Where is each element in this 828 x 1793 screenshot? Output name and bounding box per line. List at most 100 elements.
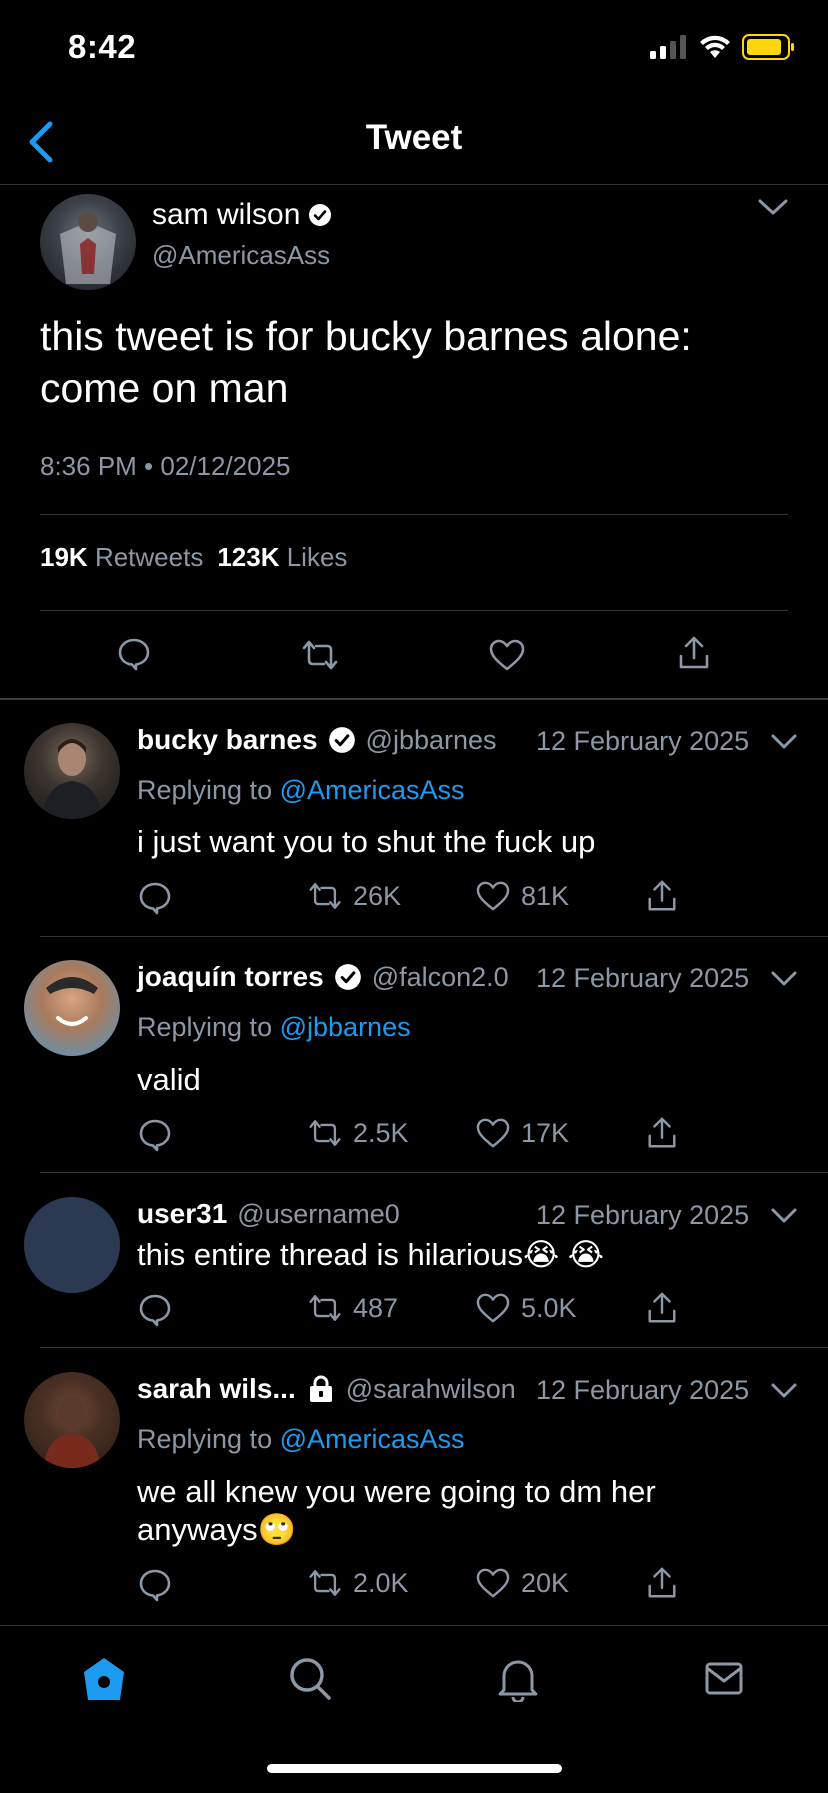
reply-actions: 26K 81K — [137, 878, 677, 918]
likes-count: 123K — [217, 542, 280, 572]
replying-to-link[interactable]: @AmericasAss — [280, 1424, 465, 1454]
reply-icon[interactable] — [137, 1292, 173, 1328]
reply-divider — [40, 936, 828, 937]
reply-icon[interactable] — [116, 636, 152, 672]
replying-to: Replying to @AmericasAss — [137, 775, 465, 806]
retweet-action[interactable]: 2.5K — [307, 1117, 409, 1149]
reply-date: 12 February 2025 — [536, 963, 750, 993]
reply-header: joaquín torres @falcon2.0 — [137, 961, 509, 993]
signal-icon — [650, 35, 686, 59]
verified-icon — [334, 964, 361, 990]
chevron-down-icon[interactable] — [770, 1206, 798, 1226]
like-action[interactable]: 20K — [475, 1567, 569, 1599]
home-icon[interactable] — [82, 1656, 126, 1702]
reply-name[interactable]: sarah wils... — [137, 1373, 296, 1405]
main-tweet-text-line2: come on man — [40, 365, 289, 411]
like-icon — [476, 1568, 510, 1598]
replying-to: Replying to @jbbarnes — [137, 1012, 411, 1043]
likes-stat[interactable]: 123K Likes — [217, 542, 347, 573]
like-count: 81K — [521, 880, 570, 911]
retweet-count: 26K — [353, 880, 402, 911]
avatar-figure — [42, 739, 102, 819]
retweet-count: 2.5K — [353, 1117, 409, 1148]
reply-divider — [40, 1172, 828, 1173]
avatar-figure — [60, 212, 116, 284]
share-icon[interactable] — [645, 878, 679, 914]
reply-handle: @sarahwilson — [345, 1373, 516, 1404]
replying-label: Replying to — [137, 775, 273, 805]
main-tweet-stats: 19K Retweets 123K Likes — [40, 542, 347, 573]
reply-text: we all knew you were going to dm her any… — [137, 1473, 656, 1549]
like-icon — [476, 1118, 510, 1148]
timestamp-divider — [40, 514, 788, 515]
reply-date: 12 February 2025 — [536, 726, 750, 756]
like-action[interactable]: 81K — [475, 880, 569, 912]
retweet-action[interactable]: 487 — [307, 1292, 398, 1324]
reply-icon[interactable] — [137, 1117, 173, 1153]
retweet-icon[interactable] — [300, 638, 340, 672]
retweets-count: 19K — [40, 542, 88, 572]
share-icon[interactable] — [676, 634, 712, 672]
share-icon[interactable] — [645, 1290, 679, 1326]
page-title: Tweet — [365, 118, 463, 157]
like-action[interactable]: 5.0K — [475, 1292, 577, 1324]
retweet-icon — [309, 1120, 341, 1146]
replying-to-link[interactable]: @AmericasAss — [280, 775, 465, 805]
replying-label: Replying to — [137, 1424, 273, 1454]
header-divider — [0, 184, 828, 185]
main-tweet-text-line1: this tweet is for bucky barnes alone: — [40, 313, 692, 359]
avatar-figure — [46, 977, 98, 1026]
reply-text: this entire thread is hilarious😭 😭 — [137, 1237, 605, 1272]
reply-avatar[interactable] — [24, 1197, 120, 1293]
like-icon — [476, 881, 510, 911]
chevron-down-icon[interactable] — [770, 732, 798, 752]
reply-header: user31 @username0 — [137, 1198, 400, 1230]
status-time: 8:42 — [68, 28, 137, 65]
replying-label: Replying to — [137, 1012, 273, 1042]
chevron-down-icon[interactable] — [770, 1381, 798, 1401]
like-count: 20K — [521, 1567, 570, 1598]
reply-icon[interactable] — [137, 880, 173, 916]
reply-name[interactable]: bucky barnes — [137, 724, 318, 756]
retweets-stat[interactable]: 19K Retweets — [40, 542, 203, 573]
retweet-action[interactable]: 26K — [307, 880, 401, 912]
verified-icon — [328, 727, 355, 753]
reply-actions: 2.5K 17K — [137, 1115, 677, 1155]
likes-label: Likes — [286, 542, 348, 572]
reply-avatar[interactable] — [24, 723, 120, 819]
reply-text: i just want you to shut the fuck up — [137, 824, 596, 859]
reply-name[interactable]: joaquín torres — [137, 961, 324, 993]
main-tweet-name: sam wilson — [152, 198, 301, 231]
replying-to-link[interactable]: @jbbarnes — [280, 1012, 411, 1042]
reply-avatar[interactable] — [24, 960, 120, 1056]
retweet-icon — [309, 883, 341, 909]
status-icons — [650, 34, 796, 60]
home-indicator — [267, 1764, 562, 1773]
like-count: 5.0K — [521, 1292, 577, 1323]
main-tweet-author[interactable]: sam wilson — [152, 198, 332, 232]
reply-date: 12 February 2025 — [536, 1200, 750, 1230]
main-tweet-timestamp: 8:36 PM • 02/12/2025 — [40, 451, 291, 481]
like-icon[interactable] — [488, 638, 526, 672]
battery-icon — [742, 34, 794, 60]
reply-handle: @username0 — [237, 1198, 400, 1229]
retweet-action[interactable]: 2.0K — [307, 1567, 409, 1599]
share-icon[interactable] — [645, 1565, 679, 1601]
reply-actions: 487 5.0K — [137, 1290, 677, 1330]
share-icon[interactable] — [645, 1115, 679, 1151]
reply-name[interactable]: user31 — [137, 1198, 227, 1230]
reply-header: bucky barnes @jbbarnes — [137, 724, 497, 756]
chevron-down-icon[interactable] — [756, 196, 790, 218]
notifications-icon[interactable] — [496, 1656, 540, 1702]
search-icon[interactable] — [288, 1656, 332, 1702]
chevron-down-icon[interactable] — [770, 969, 798, 989]
like-action[interactable]: 17K — [475, 1117, 569, 1149]
main-tweet-avatar[interactable] — [40, 194, 136, 290]
messages-icon[interactable] — [704, 1660, 744, 1698]
retweets-label: Retweets — [94, 542, 204, 572]
reply-divider — [40, 1347, 828, 1348]
retweet-icon — [309, 1295, 341, 1321]
reply-icon[interactable] — [137, 1567, 173, 1603]
reply-avatar[interactable] — [24, 1372, 120, 1468]
like-icon — [476, 1293, 510, 1323]
